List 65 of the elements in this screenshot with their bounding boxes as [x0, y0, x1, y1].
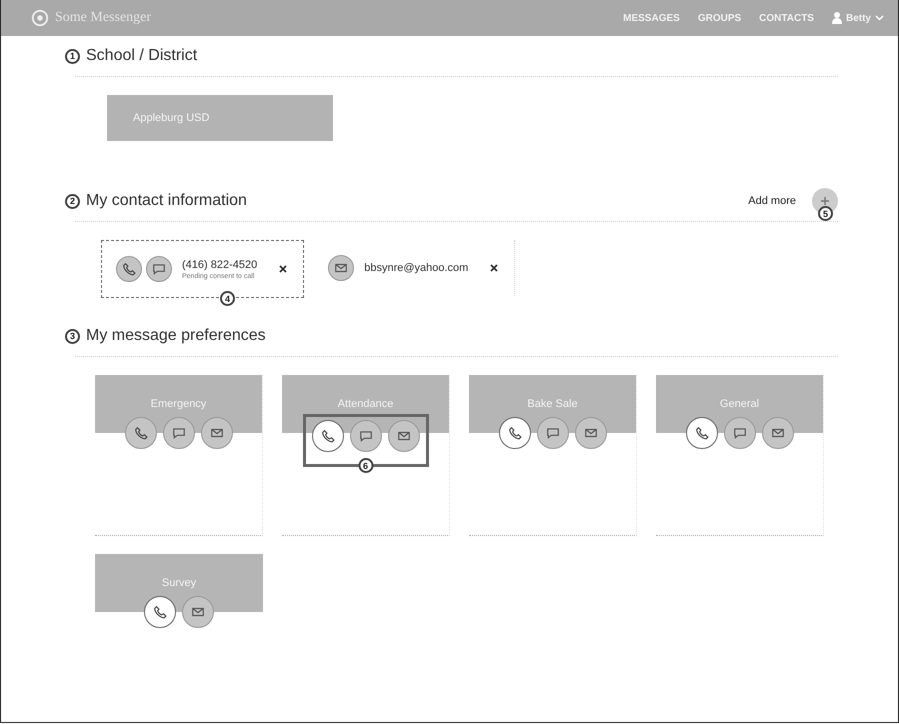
chevron-down-icon	[875, 15, 884, 21]
contact-value: (416) 822-4520	[182, 258, 258, 270]
chat-bubble-icon	[152, 262, 166, 276]
remove-button[interactable]	[488, 262, 500, 274]
email-toggle[interactable]	[388, 420, 420, 452]
step-number-badge: 1	[65, 48, 80, 64]
nav-link[interactable]: MESSAGES	[623, 12, 680, 24]
app-name: Some Messenger	[55, 10, 152, 26]
step-number-badge: 5	[818, 206, 833, 221]
envelope-icon	[210, 426, 224, 440]
step-number-badge: 3	[65, 328, 80, 344]
person-icon	[832, 12, 842, 24]
phone-icon	[134, 426, 148, 440]
close-icon	[490, 264, 498, 272]
contact-value: bbsynre@yahoo.com	[364, 262, 468, 274]
envelope-icon	[770, 426, 784, 440]
chat-bubble-icon	[732, 426, 746, 440]
email-toggle[interactable]	[328, 255, 354, 281]
chat-toggle[interactable]	[724, 417, 756, 449]
nav-link[interactable]: GROUPS	[698, 12, 742, 24]
close-icon	[279, 265, 288, 273]
group-name: Emergency	[150, 398, 206, 410]
email-toggle[interactable]	[200, 417, 232, 449]
envelope-icon	[584, 426, 598, 440]
chat-bubble-icon	[358, 429, 372, 443]
remove-button[interactable]	[277, 263, 290, 275]
logo-icon	[31, 9, 49, 27]
section-title: School / District	[86, 47, 198, 65]
envelope-icon	[191, 605, 205, 619]
group-name: Attendance	[338, 398, 394, 410]
nav-link[interactable]: CONTACTS	[759, 12, 814, 24]
phone-icon	[153, 605, 167, 619]
chat-bubble-icon	[546, 426, 560, 440]
phone-toggle[interactable]	[144, 596, 176, 628]
phone-icon	[122, 262, 136, 276]
envelope-icon	[396, 429, 410, 443]
step-number-badge: 4	[220, 291, 235, 306]
section-title: My contact information	[86, 192, 247, 210]
phone-icon	[508, 426, 522, 440]
envelope-icon	[334, 261, 348, 275]
phone-toggle[interactable]	[312, 420, 344, 452]
plus-icon	[820, 196, 830, 206]
chat-toggle[interactable]	[536, 417, 568, 449]
step-number-badge: 2	[65, 194, 80, 208]
phone-toggle[interactable]	[686, 417, 718, 449]
group-name: Survey	[162, 577, 196, 589]
email-toggle[interactable]	[762, 417, 794, 449]
phone-toggle[interactable]	[124, 417, 156, 449]
chat-bubble-icon	[172, 426, 186, 440]
group-name: General	[720, 398, 760, 410]
chat-toggle[interactable]	[162, 417, 194, 449]
phone-icon	[694, 426, 708, 440]
chat-toggle[interactable]	[350, 420, 382, 452]
group-name: Bake Sale	[527, 398, 578, 410]
email-toggle[interactable]	[574, 417, 606, 449]
section-title: My message preferences	[86, 327, 266, 345]
add-more-label: Add more	[748, 195, 796, 207]
user-menu[interactable]: Betty	[832, 12, 884, 24]
phone-toggle[interactable]	[116, 256, 142, 282]
chat-toggle[interactable]	[146, 256, 172, 282]
step-number-badge: 6	[358, 458, 373, 473]
school-button[interactable]: Appleburg USD	[107, 95, 333, 141]
phone-icon	[320, 429, 334, 443]
email-toggle[interactable]	[182, 596, 214, 628]
phone-toggle[interactable]	[498, 417, 530, 449]
